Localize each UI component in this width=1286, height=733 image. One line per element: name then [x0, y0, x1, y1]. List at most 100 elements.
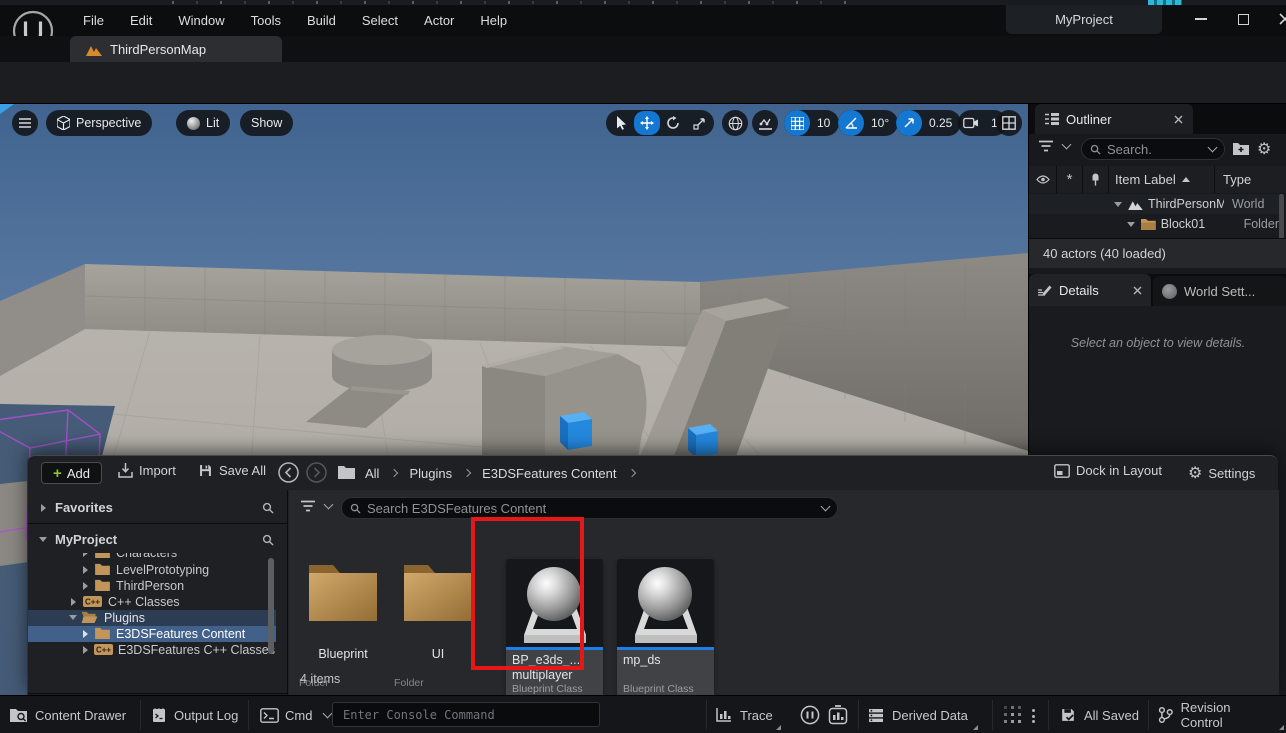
minimize-button[interactable]	[1186, 7, 1216, 31]
expand-icon[interactable]	[1114, 202, 1122, 207]
asset-tile-mp-ds[interactable]: mp_ds Blueprint Class	[617, 559, 714, 700]
menu-window[interactable]: Window	[165, 5, 237, 36]
close-icon[interactable]	[1174, 115, 1183, 124]
cylinder-prop[interactable]	[332, 335, 432, 392]
content-drawer-button[interactable]: Content Drawer	[10, 696, 126, 733]
tab-thirdpersonmap[interactable]: ThirdPersonMap	[70, 36, 282, 62]
snapshot-button[interactable]	[828, 705, 848, 725]
tree-item-e3dsfeatures-content[interactable]: E3DSFeatures Content	[28, 626, 276, 642]
rotation-snap-control[interactable]: 10°	[838, 110, 898, 136]
menu-actor[interactable]: Actor	[411, 5, 467, 36]
tile-name-line1: BP_e3ds_...	[512, 653, 597, 668]
search-icon[interactable]	[262, 502, 274, 514]
column-visibility[interactable]	[1029, 166, 1057, 193]
folder-tree: Characters LevelPrototyping ThirdPerson …	[28, 553, 288, 693]
derived-data-button[interactable]: Derived Data	[868, 696, 980, 733]
pause-insights-button[interactable]	[800, 705, 820, 725]
cmd-dropdown[interactable]: Cmd	[260, 696, 331, 733]
create-folder-button[interactable]	[1233, 142, 1249, 155]
breadcrumb-current[interactable]: E3DSFeatures Content	[482, 466, 616, 481]
scale-snap-control[interactable]: 0.25	[896, 110, 961, 136]
forward-button[interactable]	[306, 462, 327, 483]
scale-tool-button[interactable]	[686, 117, 712, 130]
revision-control-button[interactable]: Revision Control	[1158, 696, 1286, 733]
search-icon	[1090, 144, 1101, 155]
content-browser-settings-button[interactable]: ⚙ Settings	[1188, 463, 1255, 483]
asset-tile-blueprint-folder[interactable]: Blueprint Folder	[297, 559, 389, 689]
dock-in-layout-button[interactable]: Dock in Layout	[1054, 463, 1162, 478]
asset-filter-dropdown[interactable]	[301, 500, 332, 512]
myproject-section[interactable]: MyProject	[28, 526, 288, 553]
viewport-lit-dropdown[interactable]: Lit	[176, 110, 230, 136]
breadcrumb-plugins[interactable]: Plugins	[409, 466, 452, 481]
tab-world-settings[interactable]: World Sett...	[1153, 276, 1286, 306]
tree-scrollbar[interactable]	[268, 558, 274, 654]
import-button[interactable]: Import	[118, 463, 176, 478]
console-command-input[interactable]	[332, 702, 600, 727]
texture-streaming-indicator[interactable]	[1004, 706, 1021, 723]
favorites-section[interactable]: Favorites	[28, 494, 288, 521]
select-tool-button[interactable]	[608, 116, 634, 130]
menu-file[interactable]: File	[70, 5, 117, 36]
viewport-perspective-dropdown[interactable]: Perspective	[46, 110, 152, 136]
tree-item-plugins[interactable]: Plugins	[28, 610, 276, 626]
grid-snap-control[interactable]: 10	[784, 110, 839, 136]
outliner-search-input[interactable]: Search.	[1081, 138, 1225, 160]
rotate-tool-button[interactable]	[660, 116, 686, 130]
expand-icon[interactable]	[1127, 222, 1135, 227]
menu-edit[interactable]: Edit	[117, 5, 165, 36]
close-button[interactable]	[1270, 7, 1286, 31]
output-log-button[interactable]: Output Log	[152, 696, 238, 733]
outliner-filter-dropdown[interactable]	[1039, 140, 1070, 152]
tab-outliner[interactable]: Outliner	[1035, 104, 1193, 134]
outliner-row-world[interactable]: ThirdPersonMap World	[1029, 194, 1279, 214]
cpp-icon: C++	[83, 595, 103, 608]
move-tool-button[interactable]	[634, 111, 660, 135]
surface-snapping-button[interactable]	[752, 110, 778, 136]
tree-item-thirdperson[interactable]: ThirdPerson	[28, 578, 261, 594]
quad-view-icon	[1002, 116, 1016, 130]
item-label-header: Item Label	[1115, 172, 1176, 187]
menu-tools[interactable]: Tools	[238, 5, 294, 36]
tile-name: UI	[392, 647, 484, 661]
all-saved-button[interactable]: All Saved	[1060, 696, 1139, 733]
trace-button[interactable]: Trace	[716, 696, 783, 733]
asset-tile-bp-e3ds-multiplayer[interactable]: BP_e3ds_... multiplayer Blueprint Class	[506, 559, 603, 700]
row-label: ThirdPersonMap	[1148, 197, 1224, 211]
asset-search-input[interactable]: Search E3DSFeatures Content	[341, 497, 838, 519]
save-all-button[interactable]: Save All	[198, 463, 266, 478]
breadcrumb-all[interactable]: All	[365, 466, 379, 481]
column-type[interactable]: Type	[1215, 166, 1286, 193]
outliner-scrollbar[interactable]	[1279, 194, 1284, 242]
blue-cube-1[interactable]	[560, 412, 592, 450]
tree-item-e3dsfeatures-cpp-classes[interactable]: C++ E3DSFeatures C++ Classes	[28, 642, 261, 658]
close-icon[interactable]	[1133, 286, 1142, 295]
menu-select[interactable]: Select	[349, 5, 411, 36]
blue-cube-2[interactable]	[688, 424, 718, 458]
viewport-show-dropdown[interactable]: Show	[240, 110, 293, 136]
hamburger-icon	[19, 118, 31, 128]
tab-details[interactable]: Details	[1029, 274, 1151, 306]
row-type: Folder	[1244, 217, 1279, 231]
outliner-settings-button[interactable]: ⚙	[1257, 139, 1271, 159]
back-button[interactable]	[278, 462, 299, 483]
level-icon	[86, 43, 102, 56]
status-kebab-menu[interactable]	[1032, 709, 1035, 723]
menu-help[interactable]: Help	[467, 5, 520, 36]
perspective-cube-icon	[57, 116, 70, 130]
column-item-label[interactable]: Item Label	[1109, 166, 1215, 193]
tree-item-levelprototyping[interactable]: LevelPrototyping	[28, 562, 261, 578]
asset-tile-ui-folder[interactable]: UI Folder	[392, 559, 484, 689]
tree-item-characters[interactable]: Characters	[28, 553, 261, 561]
tree-item-cpp-classes[interactable]: C++ C++ Classes	[28, 594, 261, 610]
menu-build[interactable]: Build	[294, 5, 349, 36]
add-button[interactable]: + Add	[41, 462, 102, 484]
outliner-row-folder[interactable]: Block01 Folder	[1029, 214, 1279, 234]
column-modified[interactable]: *	[1057, 166, 1083, 193]
search-icon[interactable]	[262, 534, 274, 546]
viewport-options-menu-button[interactable]	[12, 110, 38, 136]
maximize-button[interactable]	[1228, 7, 1258, 31]
column-pinned[interactable]	[1083, 166, 1109, 193]
world-coordinate-button[interactable]	[722, 110, 748, 136]
viewport-layout-button[interactable]	[996, 110, 1022, 136]
